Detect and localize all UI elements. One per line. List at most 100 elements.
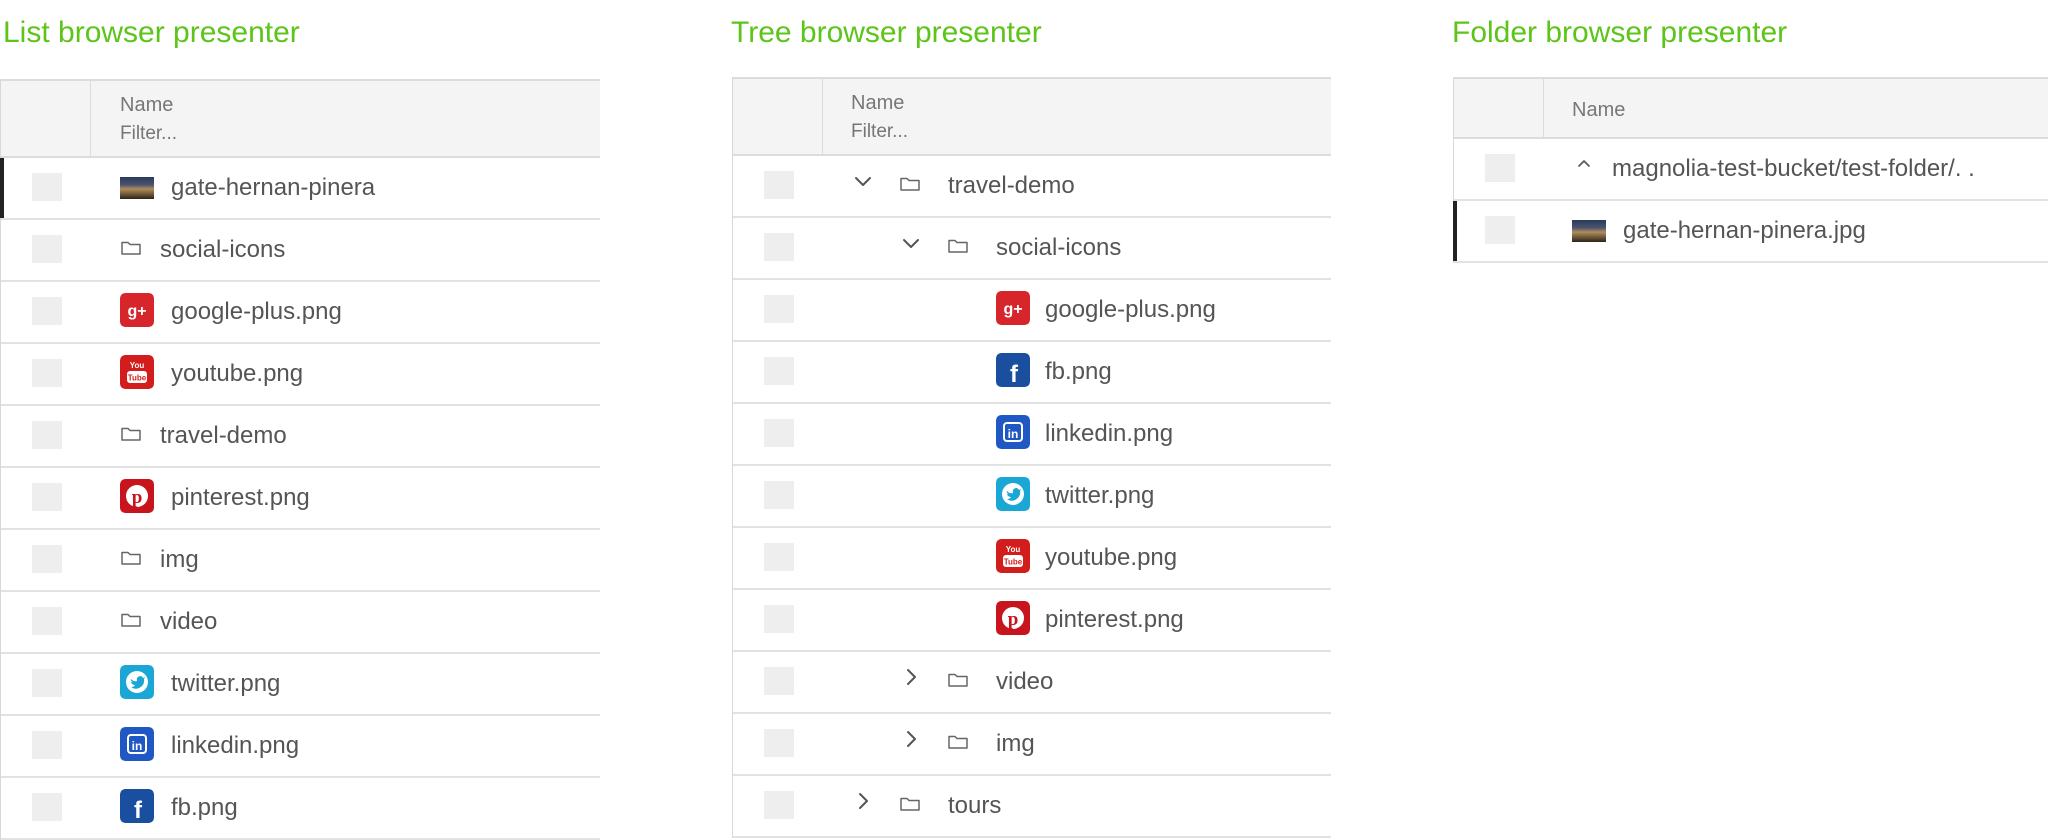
row-label: travel-demo [948, 172, 1075, 199]
row-label: video [160, 608, 218, 635]
svg-text:You: You [130, 361, 145, 370]
linkedin-icon: in [996, 415, 1030, 449]
row-select-checkbox[interactable] [764, 729, 794, 757]
chevron-down-icon[interactable] [901, 233, 921, 253]
folder-icon [121, 426, 141, 441]
row-label: social-icons [996, 234, 1122, 261]
row-select-checkbox[interactable] [32, 607, 62, 635]
name-column-header[interactable]: Name [1572, 99, 1625, 122]
row-select-checkbox[interactable] [1485, 216, 1515, 244]
row-select-checkbox[interactable] [32, 669, 62, 697]
row-label: fb.png [1045, 358, 1112, 385]
row-label: gate-hernan-pinera.jpg [1623, 217, 1866, 244]
row-select-checkbox[interactable] [32, 545, 62, 573]
table-row[interactable]: social-icons [733, 218, 1331, 280]
chevron-up-icon[interactable] [1574, 154, 1594, 174]
row-select-checkbox[interactable] [764, 233, 794, 261]
svg-text:g+: g+ [1003, 301, 1022, 318]
table-row[interactable]: p pinterest.png [733, 590, 1331, 652]
row-label: magnolia-test-bucket/test-folder/. . [1612, 155, 1975, 182]
table-row[interactable]: gate-hernan-pinera.jpg [1453, 201, 2048, 263]
table-row[interactable]: f fb.png [733, 342, 1331, 404]
svg-text:f: f [134, 797, 143, 823]
folder-grid: Name magnolia-test-bucket/test-folder/. … [1453, 77, 2048, 263]
table-row[interactable]: img [1, 530, 600, 592]
row-select-checkbox[interactable] [764, 295, 794, 323]
folder-icon [121, 240, 141, 255]
select-column-header [1, 81, 91, 156]
pinterest-icon: p [996, 601, 1030, 635]
facebook-icon: f [120, 789, 154, 823]
table-row[interactable]: in linkedin.png [1, 716, 600, 778]
row-select-checkbox[interactable] [1485, 154, 1515, 182]
table-row[interactable]: video [733, 652, 1331, 714]
chevron-right-icon[interactable] [901, 667, 921, 687]
table-row[interactable]: gate-hernan-pinera [0, 158, 600, 220]
image-thumbnail-icon [1572, 220, 1606, 242]
google-plus-icon: g+ [120, 293, 154, 327]
row-select-checkbox[interactable] [764, 605, 794, 633]
table-row[interactable]: tours [733, 776, 1331, 838]
row-select-checkbox[interactable] [764, 543, 794, 571]
row-select-checkbox[interactable] [32, 421, 62, 449]
row-select-checkbox[interactable] [764, 357, 794, 385]
table-row[interactable]: f fb.png [1, 778, 600, 840]
table-row[interactable]: g+ google-plus.png [1, 282, 600, 344]
table-row[interactable]: You Tube youtube.png [1, 344, 600, 406]
table-row[interactable]: travel-demo [733, 156, 1331, 218]
svg-text:in: in [132, 739, 143, 753]
svg-text:p: p [1008, 609, 1019, 630]
chevron-right-icon[interactable] [901, 729, 921, 749]
table-row[interactable]: in linkedin.png [733, 404, 1331, 466]
row-label: pinterest.png [171, 484, 310, 511]
folder-grid-header: Name [1454, 77, 2048, 139]
table-row[interactable]: twitter.png [1, 654, 600, 716]
row-label: twitter.png [1045, 482, 1155, 509]
row-label: video [996, 668, 1054, 695]
chevron-right-icon[interactable] [853, 791, 873, 811]
table-row[interactable]: travel-demo [1, 406, 600, 468]
row-label: pinterest.png [1045, 606, 1184, 633]
table-row[interactable]: g+ google-plus.png [733, 280, 1331, 342]
table-row[interactable]: p pinterest.png [1, 468, 600, 530]
row-label: travel-demo [160, 422, 287, 449]
table-row[interactable]: magnolia-test-bucket/test-folder/. . [1454, 139, 2048, 201]
name-column-header[interactable]: Name [120, 94, 173, 117]
select-column-header [733, 79, 823, 154]
svg-text:f: f [1010, 361, 1019, 387]
table-row[interactable]: You Tube youtube.png [733, 528, 1331, 590]
name-column-header[interactable]: Name [851, 92, 904, 115]
name-filter-input[interactable] [120, 123, 370, 145]
table-row[interactable]: video [1, 592, 600, 654]
row-select-checkbox[interactable] [764, 419, 794, 447]
row-select-checkbox[interactable] [764, 667, 794, 695]
row-select-checkbox[interactable] [32, 793, 62, 821]
row-select-checkbox[interactable] [764, 791, 794, 819]
row-label: youtube.png [1045, 544, 1178, 571]
row-select-checkbox[interactable] [32, 359, 62, 387]
row-select-checkbox[interactable] [32, 297, 62, 325]
row-select-checkbox[interactable] [32, 483, 62, 511]
folder-icon [121, 550, 141, 565]
chevron-down-icon[interactable] [853, 171, 873, 191]
row-label: fb.png [171, 794, 238, 821]
row-select-checkbox[interactable] [764, 171, 794, 199]
tree-browser-title: Tree browser presenter [731, 16, 1042, 49]
row-label: twitter.png [171, 670, 281, 697]
row-select-checkbox[interactable] [32, 235, 62, 263]
row-select-checkbox[interactable] [764, 481, 794, 509]
row-label: linkedin.png [171, 732, 300, 759]
svg-text:Tube: Tube [128, 374, 147, 383]
table-row[interactable]: twitter.png [733, 466, 1331, 528]
folder-browser-title: Folder browser presenter [1452, 16, 1788, 49]
folder-icon [948, 238, 968, 253]
table-row[interactable]: img [733, 714, 1331, 776]
name-filter-input[interactable] [851, 121, 1101, 143]
row-select-checkbox[interactable] [32, 731, 62, 759]
folder-icon [900, 176, 920, 191]
row-select-checkbox[interactable] [32, 173, 62, 201]
row-label: img [160, 546, 199, 573]
google-plus-icon: g+ [996, 291, 1030, 325]
table-row[interactable]: social-icons [1, 220, 600, 282]
list-grid: Name gate-hernan-pinera social-icons g+ goo… [0, 79, 600, 840]
